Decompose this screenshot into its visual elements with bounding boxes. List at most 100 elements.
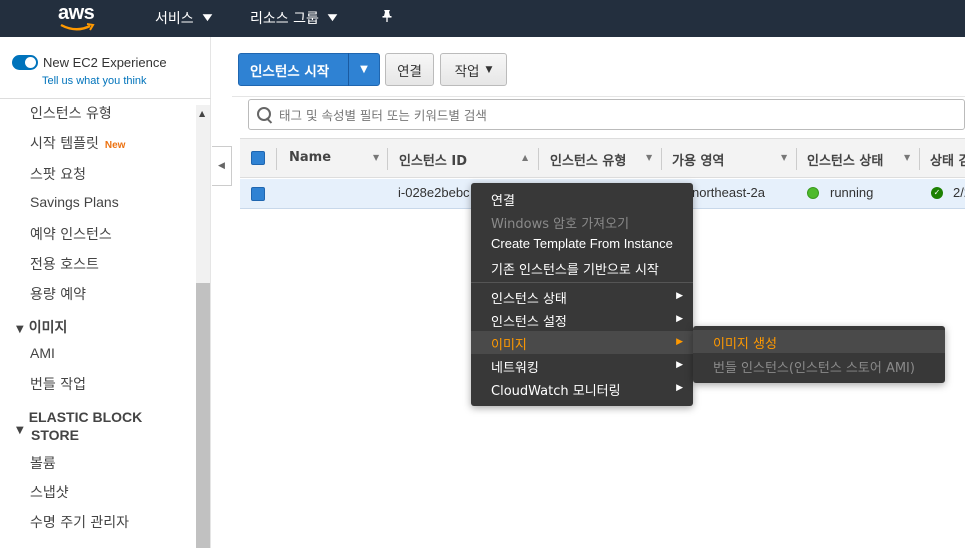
submenu-arrow-icon: ▶: [676, 383, 683, 393]
chevron-down-icon: ▼: [485, 64, 493, 75]
sidebar-scrollbar[interactable]: ▲: [196, 105, 210, 548]
menu-item-label: 번들 인스턴스(인스턴스 스토어 AMI): [713, 361, 915, 376]
resource-groups-label: 리소스 그룹: [250, 11, 319, 27]
sidebar-section-ebs[interactable]: ▼ ELASTIC BLOCK: [16, 409, 143, 436]
sort-caret-icon[interactable]: ▼: [373, 153, 379, 162]
sidebar-nav-list: 인스턴스 유형 시작 템플릿 New 스팟 요청 Savings Plans 예약…: [0, 99, 196, 548]
column-header-availability-zone[interactable]: 가용 영역: [672, 150, 724, 169]
feedback-link[interactable]: Tell us what you think: [42, 75, 147, 87]
sidebar-item-label: 인스턴스 유형: [30, 106, 112, 122]
check-circle-icon: ✓: [931, 187, 943, 199]
column-divider: [661, 148, 662, 170]
sidebar-item-label: 시작 템플릿: [30, 136, 99, 152]
menu-item-label: 이미지 생성: [713, 337, 777, 352]
sidebar-item-label: AMI: [30, 345, 55, 361]
sidebar-section-images[interactable]: ▼ 이미지: [16, 317, 67, 337]
menu-item-label: Windows 암호 가져오기: [491, 217, 630, 232]
sidebar: New EC2 Experience Tell us what you thin…: [0, 37, 211, 548]
column-divider: [276, 148, 277, 170]
collapse-triangle-icon: ▼: [16, 324, 24, 335]
sort-caret-icon[interactable]: ▼: [781, 153, 787, 162]
new-experience-toggle-row[interactable]: New EC2 Experience: [12, 55, 167, 70]
scrollbar-thumb[interactable]: [196, 283, 210, 548]
scroll-up-arrow-icon[interactable]: ▲: [199, 109, 205, 118]
search-input[interactable]: 태그 및 속성별 필터 또는 키워드별 검색: [248, 99, 965, 130]
section-label: STORE: [31, 427, 79, 443]
dropdown-caret-icon[interactable]: ▼: [349, 64, 379, 75]
pushpin-icon[interactable]: [380, 9, 394, 27]
resource-groups-menu[interactable]: 리소스 그룹 ▼: [250, 8, 338, 28]
menu-item-label: 인스턴스 상태: [491, 292, 567, 307]
actions-label: 작업: [454, 63, 480, 80]
connect-button[interactable]: 연결: [385, 53, 434, 86]
search-icon: [257, 106, 273, 123]
new-badge: New: [104, 140, 126, 151]
aws-logo-text: aws: [58, 2, 95, 24]
sidebar-item-label: 전용 호스트: [30, 257, 99, 273]
menu-item-networking[interactable]: 네트워킹 ▶: [471, 354, 693, 377]
submenu-arrow-icon: ▶: [676, 314, 683, 324]
select-all-checkbox[interactable]: [251, 151, 265, 165]
sidebar-item-instance-types[interactable]: 인스턴스 유형: [30, 103, 112, 123]
menu-item-instance-settings[interactable]: 인스턴스 설정 ▶: [471, 308, 693, 331]
column-divider: [919, 148, 920, 170]
aws-smile-icon: [60, 23, 95, 31]
launch-instance-label: 인스턴스 시작: [250, 63, 330, 80]
sidebar-item-snapshots[interactable]: 스냅샷: [30, 482, 69, 502]
menu-item-cloudwatch-monitoring[interactable]: CloudWatch 모니터링 ▶: [471, 377, 693, 400]
section-label: ELASTIC BLOCK: [28, 409, 143, 425]
sort-caret-icon[interactable]: ▼: [646, 153, 652, 162]
aws-logo[interactable]: aws: [58, 2, 102, 34]
running-status-dot-icon: [807, 187, 819, 199]
chevron-down-icon: ▼: [202, 13, 212, 23]
instance-context-menu: 연결 Windows 암호 가져오기 Create Template From …: [471, 183, 693, 406]
menu-item-create-image[interactable]: 이미지 생성: [693, 330, 945, 353]
menu-item-label: Create Template From Instance: [491, 236, 673, 251]
sidebar-item-ami[interactable]: AMI: [30, 345, 55, 361]
section-label: 이미지: [28, 320, 68, 336]
sidebar-item-launch-templates[interactable]: 시작 템플릿 New: [30, 133, 125, 153]
cell-instance-id[interactable]: i-028e2bebc: [398, 185, 470, 200]
table-header: Name ▼ 인스턴스 ID ▲ 인스턴스 유형 ▼ 가용 영역 ▼ 인스턴스 …: [240, 138, 965, 178]
sidebar-item-reserved-instances[interactable]: 예약 인스턴스: [30, 224, 112, 244]
sidebar-item-label: 예약 인스턴스: [30, 227, 112, 243]
sort-asc-icon[interactable]: ▲: [522, 153, 528, 162]
column-header-status-check[interactable]: 상태 검: [930, 150, 965, 169]
toolbar-divider: [232, 96, 965, 97]
top-navigation-bar: aws 서비스 ▼ 리소스 그룹 ▼: [0, 0, 965, 37]
menu-item-launch-more-like-this[interactable]: 기존 인스턴스를 기반으로 시작: [471, 256, 693, 279]
sort-caret-icon[interactable]: ▼: [904, 153, 910, 162]
column-header-name[interactable]: Name: [289, 150, 331, 165]
sidebar-item-capacity-reservations[interactable]: 용량 예약: [30, 284, 86, 304]
cell-availability-zone: northeast-2a: [692, 185, 765, 200]
column-header-instance-state[interactable]: 인스턴스 상태: [807, 150, 883, 169]
menu-item-get-windows-password: Windows 암호 가져오기: [471, 210, 693, 233]
sidebar-item-lifecycle-manager[interactable]: 수명 주기 관리자: [30, 512, 129, 532]
submenu-arrow-icon: ▶: [676, 360, 683, 370]
menu-item-image[interactable]: 이미지 ▶: [471, 331, 693, 354]
menu-item-connect[interactable]: 연결: [471, 187, 693, 210]
sidebar-item-spot-requests[interactable]: 스팟 요청: [30, 164, 86, 184]
menu-item-instance-state[interactable]: 인스턴스 상태 ▶: [471, 285, 693, 308]
chevron-left-icon: ◀: [218, 161, 225, 171]
sidebar-item-bundle-tasks[interactable]: 번들 작업: [30, 374, 86, 394]
sidebar-item-savings-plans[interactable]: Savings Plans: [30, 194, 119, 210]
connect-label: 연결: [397, 63, 422, 80]
chevron-down-icon: ▼: [327, 13, 338, 23]
actions-button[interactable]: 작업 ▼: [440, 53, 507, 86]
cell-status-check[interactable]: 2/2: [953, 185, 965, 200]
column-header-instance-type[interactable]: 인스턴스 유형: [550, 150, 626, 169]
new-experience-toggle[interactable]: [12, 55, 38, 70]
submenu-arrow-icon: ▶: [676, 337, 683, 347]
collapse-sidebar-button[interactable]: ◀: [212, 146, 232, 186]
services-menu[interactable]: 서비스 ▼: [155, 8, 212, 28]
column-header-instance-id[interactable]: 인스턴스 ID: [399, 150, 467, 169]
launch-instance-button[interactable]: 인스턴스 시작 ▼: [238, 53, 380, 86]
menu-item-label: CloudWatch 모니터링: [491, 384, 621, 399]
menu-item-label: 네트워킹: [491, 361, 539, 376]
sidebar-item-label: 스팟 요청: [30, 167, 86, 183]
menu-item-create-template[interactable]: Create Template From Instance: [471, 233, 693, 256]
sidebar-item-dedicated-hosts[interactable]: 전용 호스트: [30, 254, 99, 274]
row-checkbox[interactable]: [251, 187, 265, 201]
sidebar-item-volumes[interactable]: 볼륨: [30, 453, 56, 473]
